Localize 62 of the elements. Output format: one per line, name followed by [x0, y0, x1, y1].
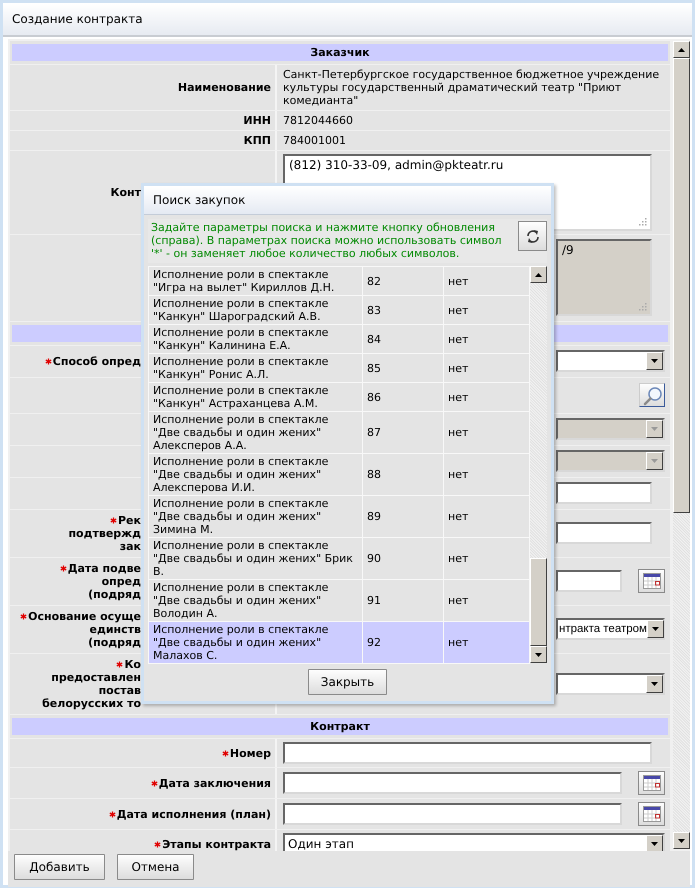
field-label: Ко: [124, 658, 141, 671]
field-label: белорусских то: [42, 697, 141, 710]
table-cell: нет: [448, 362, 468, 374]
field-label: Способ опред: [52, 355, 141, 368]
field-label: подтвержд: [68, 527, 141, 540]
hint-text: Задайте параметры поиска и нажмите кнопку обновления (справа). В параметрах поиска можно использовать символ '*' - он заменяет любое количество любых символов.: [151, 221, 503, 260]
table-cell: Исполнение роли в спектакле "Канкун" Астраханцева А.М.: [153, 384, 328, 410]
field-label: зак: [120, 540, 141, 553]
table-cell: 82: [367, 274, 381, 288]
table-cell: 89: [367, 510, 381, 523]
table-cell: Исполнение роли в спектакле "Канкун" Калинина Е.А.: [153, 326, 328, 352]
table-cell: 85: [367, 362, 381, 374]
field-label: Номер: [230, 746, 271, 760]
field-label: ИНН: [243, 114, 271, 127]
field-label: предоставлен: [51, 671, 141, 684]
table-cell: 88: [367, 468, 381, 481]
table-cell: Исполнение роли в спектакле "Две свадьбы и один жених" Брик В.: [153, 539, 353, 578]
table-cell: нет: [448, 468, 468, 481]
field-value: 7812044660: [283, 114, 353, 127]
table-cell: Исполнение роли в спектакле "Игра на вылет" Кириллов Д.Н.: [153, 268, 334, 294]
field-label: (подряд: [88, 636, 141, 649]
field-value: 784001001: [283, 134, 346, 147]
table-cell: Исполнение роли в спектакле "Две свадьбы и один жених" Алексперов А.А.: [153, 413, 328, 452]
field-label: КПП: [244, 134, 271, 147]
table-cell: 83: [367, 304, 381, 316]
table-cell: Исполнение роли в спектакле "Две свадьбы и один жених" Зимина М.: [153, 497, 328, 536]
field-label: постав: [98, 684, 141, 697]
field-label: опред: [102, 575, 141, 588]
section-title: Контракт: [12, 718, 668, 735]
table-cell: 92: [367, 636, 381, 649]
field-label: единств: [89, 623, 141, 636]
table-cell: 87: [367, 426, 381, 439]
section-title: Заказчик: [12, 44, 668, 61]
field-label: Этапы контракта: [162, 838, 271, 850]
table-cell: нет: [448, 426, 468, 439]
table-cell: 90: [367, 552, 381, 565]
table-cell: 91: [367, 594, 381, 607]
table-cell: Исполнение роли в спектакле "Канкун" Шароградский А.В.: [153, 297, 328, 323]
field-label: Основание осуще: [28, 610, 141, 623]
field-label: (подряд: [88, 588, 141, 601]
table-cell: Исполнение роли в спектакле "Канкун" Ронис А.Л.: [153, 355, 328, 381]
table-cell: Исполнение роли в спектакле "Две свадьбы и один жених" Малахов С.: [153, 623, 328, 662]
field-label: Дата заключения: [158, 776, 271, 790]
table-cell: нет: [448, 332, 468, 346]
table-cell: 84: [367, 332, 381, 346]
table-cell: нет: [448, 304, 468, 316]
table-cell: нет: [448, 552, 468, 565]
table-cell: Исполнение роли в спектакле "Две свадьбы и один жених" Володин А.: [153, 581, 328, 620]
table-cell: Исполнение роли в спектакле "Две свадьбы и один жених" Алексперова И.И.: [153, 455, 328, 494]
field-label: Дата исполнения (план): [116, 808, 271, 820]
table-cell: нет: [448, 594, 468, 607]
field-label: Конт: [110, 186, 141, 199]
field-label: Рек: [118, 514, 141, 527]
dialog-title: Поиск закупок: [144, 186, 551, 215]
table-cell: 86: [367, 390, 381, 404]
table-cell: нет: [448, 390, 468, 404]
field-label: Наименование: [178, 81, 271, 94]
table-cell: нет: [448, 510, 468, 523]
table-cell: нет: [448, 636, 468, 649]
field-label: Дата подве: [68, 562, 141, 575]
field-value: Санкт-Петербургское государственное бюджетное учреждение культуры государственный драматический театр "Приют комедианта": [283, 68, 660, 107]
table-cell: нет: [448, 274, 468, 288]
